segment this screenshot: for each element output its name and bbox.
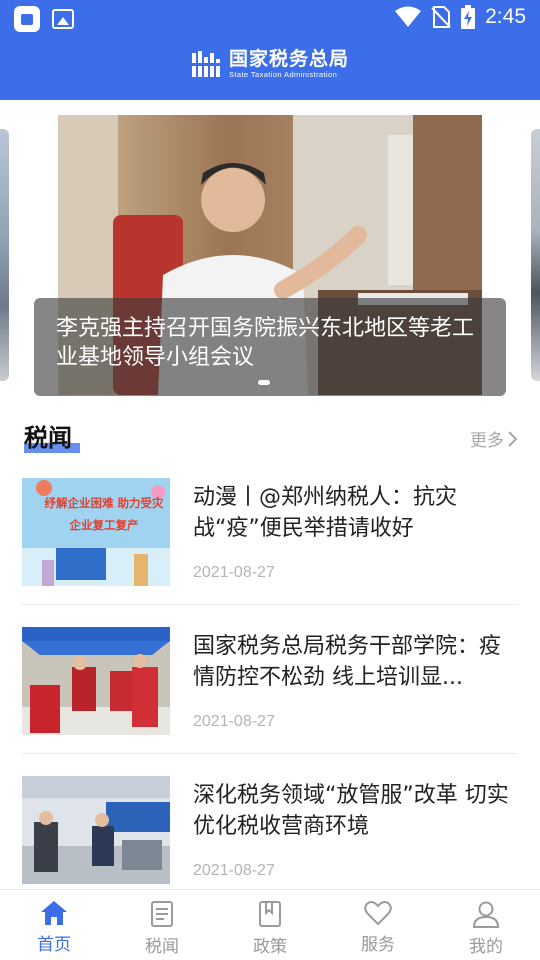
nav-profile[interactable]: 我的 (446, 900, 526, 957)
more-label[interactable]: 更多 (470, 426, 504, 451)
status-time: 2:45 (485, 5, 526, 28)
divider (22, 753, 518, 754)
tax-emblem-icon (190, 51, 221, 77)
news-section-header: 税闻 更多 (24, 418, 518, 458)
nav-label[interactable]: 首页 (37, 930, 71, 955)
news-date: 2021-08-27 (193, 862, 275, 879)
carousel-next-slide[interactable] (531, 129, 540, 381)
book-icon (259, 901, 281, 927)
nav-news[interactable]: 税闻 (122, 900, 202, 957)
nav-label[interactable]: 服务 (361, 930, 395, 955)
news-list-item[interactable]: 国家税务总局税务干部学院：疫情防控不松劲 线上培训显... 2021-08-27 (22, 627, 518, 755)
nav-label[interactable]: 政策 (253, 932, 287, 957)
heart-icon (364, 901, 392, 926)
nav-label[interactable]: 税闻 (145, 932, 179, 957)
no-sim-icon (431, 6, 451, 28)
brand: 国家税务总局 State Taxation Administration (0, 48, 540, 80)
nav-service[interactable]: 服务 (338, 900, 418, 955)
bottom-navigation: 首页 税闻 政策 服务 我的 (0, 889, 540, 960)
wifi-icon (395, 6, 422, 27)
header-subtitle: State Taxation Administration (228, 70, 338, 79)
carousel-caption[interactable]: 李克强主持召开国务院振兴东北地区等老工业基地领导小组会议 (34, 298, 506, 396)
more-link[interactable]: 更多 (470, 426, 518, 451)
image-icon (52, 9, 74, 29)
news-thumbnail[interactable] (22, 776, 170, 884)
news-title[interactable]: 国家税务总局税务干部学院：疫情防控不松劲 线上培训显... (193, 631, 518, 693)
app-header: 2:45 国家税务总局 State Taxation Administratio… (0, 0, 540, 100)
section-title: 税闻 (24, 424, 72, 452)
news-thumbnail[interactable]: 纾解企业困难 助力受灾企业复工复产 (22, 478, 170, 586)
news-list-item[interactable]: 深化税务领域“放管服”改革 切实优化税收营商环境 2021-08-27 (22, 776, 518, 904)
battery-charging-icon (461, 5, 476, 29)
news-list-item[interactable]: 纾解企业困难 助力受灾企业复工复产 动漫丨@郑州纳税人：抗灾战“疫”便民举措请收… (22, 478, 518, 606)
nav-home[interactable]: 首页 (14, 900, 94, 955)
divider (22, 604, 518, 605)
nav-label[interactable]: 我的 (469, 932, 503, 957)
app-notification-icon (14, 6, 40, 32)
nav-policy[interactable]: 政策 (230, 900, 310, 957)
home-icon (41, 901, 67, 925)
news-date: 2021-08-27 (193, 564, 275, 581)
status-bar: 2:45 (0, 0, 540, 36)
news-icon (151, 901, 173, 927)
banner-carousel[interactable]: 李克强主持召开国务院振兴东北地区等老工业基地领导小组会议 (0, 115, 540, 397)
news-title[interactable]: 动漫丨@郑州纳税人：抗灾战“疫”便民举措请收好 (193, 482, 518, 544)
news-thumbnail[interactable] (22, 627, 170, 735)
header-title: 国家税务总局 (228, 48, 349, 70)
chevron-right-icon (508, 430, 518, 447)
news-date: 2021-08-27 (193, 713, 275, 730)
news-title[interactable]: 深化税务领域“放管服”改革 切实优化税收营商环境 (193, 780, 518, 842)
news-thumbnail-text: 纾解企业困难 助力受灾企业复工复产 (44, 496, 164, 532)
carousel-prev-slide[interactable] (0, 129, 9, 381)
user-icon (472, 901, 500, 928)
carousel-indicator (258, 380, 270, 385)
